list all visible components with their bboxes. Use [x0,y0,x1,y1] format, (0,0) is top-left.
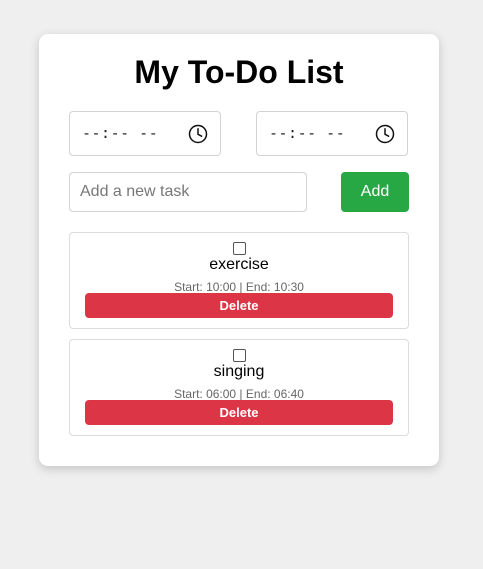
task-name: exercise [209,256,269,273]
task-item: exercise Start: 10:00 | End: 10:30 Delet… [69,232,409,329]
task-time: Start: 10:00 | End: 10:30 [174,280,304,294]
task-name: singing [213,363,265,380]
start-time-value: --:-- -- [82,124,159,142]
todo-card: My To-Do List --:-- -- --:-- -- Add exer… [39,34,439,466]
page-title: My To-Do List [134,54,344,90]
delete-task-button[interactable]: Delete [85,400,393,425]
task-checkbox[interactable] [233,349,246,362]
clock-icon[interactable] [375,124,395,144]
task-item: singing Start: 06:00 | End: 06:40 Delete [69,339,409,436]
clock-icon[interactable] [188,124,208,144]
task-checkbox[interactable] [233,242,246,255]
delete-task-button[interactable]: Delete [85,293,393,318]
end-time-input[interactable]: --:-- -- [256,111,408,156]
task-list: exercise Start: 10:00 | End: 10:30 Delet… [69,232,409,446]
start-time-input[interactable]: --:-- -- [69,111,221,156]
task-time: Start: 06:00 | End: 06:40 [174,387,304,401]
end-time-value: --:-- -- [269,124,346,142]
add-task-button[interactable]: Add [341,172,409,212]
new-task-input[interactable] [69,172,307,212]
